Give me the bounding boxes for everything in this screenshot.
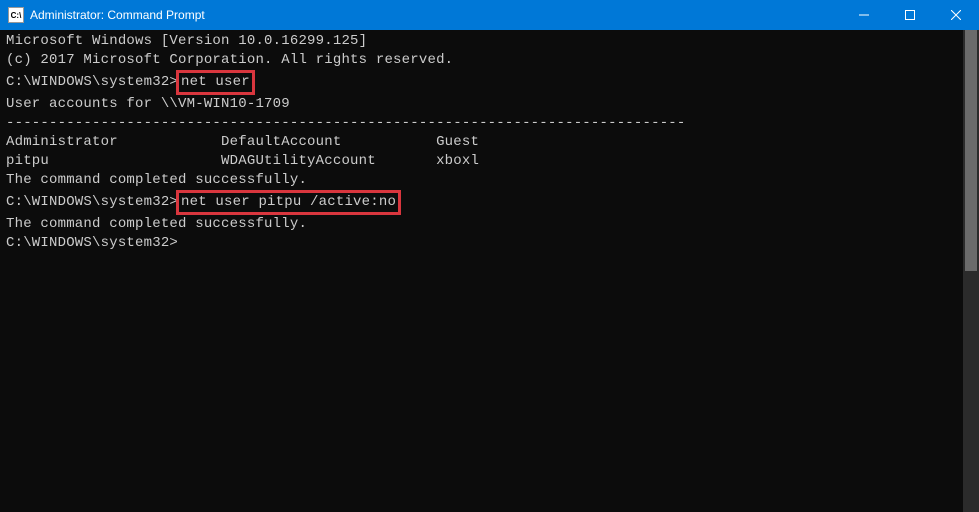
completed-line: The command completed successfully. [6,171,973,190]
prompt-line-1: C:\WINDOWS\system32>net user [6,70,973,96]
prompt-line-3: C:\WINDOWS\system32> [6,234,973,253]
cmd-icon: C:\ [8,7,24,23]
terminal-area[interactable]: Microsoft Windows [Version 10.0.16299.12… [0,30,979,512]
window-title: Administrator: Command Prompt [30,8,205,22]
minimize-button[interactable] [841,0,887,30]
completed-line: The command completed successfully. [6,215,973,234]
version-line: Microsoft Windows [Version 10.0.16299.12… [6,32,973,51]
maximize-button[interactable] [887,0,933,30]
scrollbar-thumb[interactable] [965,30,977,271]
prompt-line-2: C:\WINDOWS\system32>net user pitpu /acti… [6,190,973,216]
vertical-scrollbar[interactable] [963,30,979,512]
highlight-command-1: net user [176,70,255,96]
accounts-header: User accounts for \\VM-WIN10-1709 [6,95,973,114]
close-button[interactable] [933,0,979,30]
prompt-path: C:\WINDOWS\system32> [6,74,178,90]
divider-line: ----------------------------------------… [6,114,973,133]
copyright-line: (c) 2017 Microsoft Corporation. All righ… [6,51,973,70]
window-titlebar[interactable]: C:\ Administrator: Command Prompt [0,0,979,30]
prompt-path: C:\WINDOWS\system32> [6,194,178,210]
highlight-command-2: net user pitpu /active:no [176,190,401,216]
accounts-row-1: Administrator DefaultAccount Guest [6,133,973,152]
accounts-row-2: pitpu WDAGUtilityAccount xboxl [6,152,973,171]
